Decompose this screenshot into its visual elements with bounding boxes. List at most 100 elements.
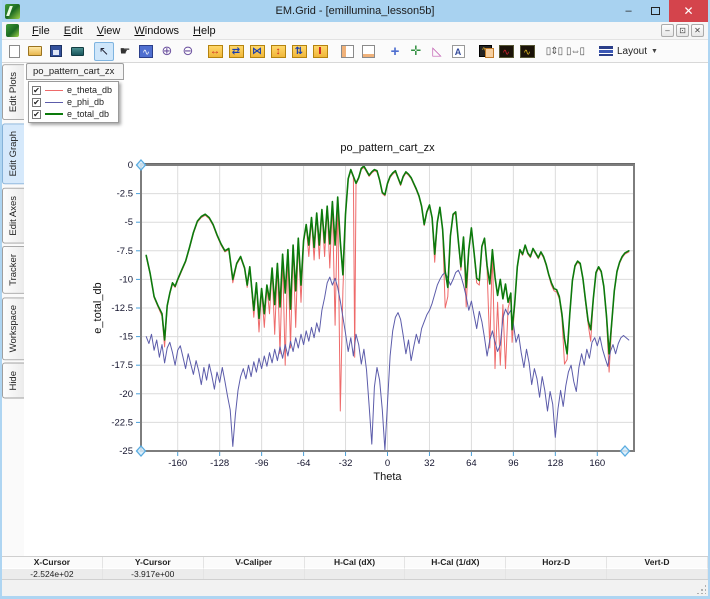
y-tick-label: -7.5 [117, 246, 133, 257]
tracker-icon[interactable]: ✛ [406, 42, 426, 61]
cursor-col-value [204, 568, 305, 579]
v-shrink-icon-glyph: ⇅ [292, 45, 307, 58]
v-spacing-icon[interactable]: ▯⇕▯ [544, 42, 564, 61]
legend-label-e_theta_db: e_theta_db [67, 85, 112, 95]
sidebar-tab-strip: Edit Plots Edit Graph Edit AxesTracker Work… [2, 63, 24, 556]
save-icon[interactable] [46, 42, 66, 61]
chart-canvas[interactable]: -160-128-96-64-3203264961281600-2.5-5-7.… [24, 63, 710, 560]
cursor-marker-bottom-right[interactable] [621, 446, 630, 456]
content-area: Edit Plots Edit Graph Edit AxesTracker Work… [2, 63, 708, 556]
h-fit-icon[interactable]: ⋈ [247, 42, 267, 61]
horizontal-panel-icon-glyph [362, 45, 375, 58]
menu-windows[interactable]: Windows [127, 24, 186, 38]
sidebar-tab-edit-graph[interactable]: Edit Graph [2, 123, 24, 184]
menu-help[interactable]: Help [186, 24, 223, 38]
y-tick-label: -5 [125, 217, 133, 228]
sidebar-tab-edit-axes[interactable]: Edit Axes [2, 188, 24, 244]
open-file-icon[interactable] [25, 42, 45, 61]
sidebar-tab-tracker[interactable]: Tracker [2, 246, 24, 294]
layout-button-label: Layout [617, 46, 647, 57]
zoom-region-icon[interactable]: ∿ [136, 42, 156, 61]
sidebar-tab-workspace[interactable]: Workspace [2, 297, 24, 360]
x-tick-label: -64 [297, 458, 311, 469]
x-tick-label: -32 [339, 458, 353, 469]
mdi-minimize-button[interactable]: – [661, 24, 674, 37]
copy-plot-icon-glyph [479, 45, 492, 57]
maximize-button[interactable] [642, 0, 669, 22]
zoom-in-icon[interactable]: ⊕ [157, 42, 177, 61]
app-window: EM.Grid - [emillumina_lesson5b] – ✕ File… [0, 0, 710, 599]
legend-checkbox-e_theta_db[interactable]: ✔ [32, 86, 41, 95]
legend-checkbox-e_total_db[interactable]: ✔ [32, 110, 41, 119]
y-tick-label: -12.5 [111, 303, 133, 314]
zoom-region-icon-glyph: ∿ [139, 45, 153, 58]
toolbar-separator [88, 42, 93, 61]
y-tick-label: -2.5 [117, 189, 133, 200]
v-fit-icon-glyph: Ⅰ [313, 45, 328, 58]
new-file-icon[interactable] [4, 42, 24, 61]
pointer-icon[interactable]: ↖ [94, 42, 114, 61]
resize-grip-icon[interactable] [696, 584, 706, 594]
y-tick-label: -25 [119, 446, 133, 457]
y-tick-label: -10 [119, 274, 133, 285]
toolbar-separator [586, 42, 591, 61]
x-tick-label: -160 [168, 458, 187, 469]
y-axis-label: e_total_db [92, 282, 104, 333]
mdi-controls: – ⊡ ✕ [661, 24, 708, 37]
text-annotation-icon[interactable]: A [448, 42, 468, 61]
minimize-button[interactable]: – [615, 0, 642, 22]
open-file-icon-glyph [28, 46, 42, 56]
legend-label-e_phi_db: e_phi_db [67, 97, 104, 107]
vertical-panel-icon[interactable] [337, 42, 357, 61]
pan-hand-icon-glyph: ☛ [120, 44, 131, 58]
app-logo-icon [5, 4, 20, 19]
copy-plot-icon[interactable] [475, 42, 495, 61]
h-spacing-icon[interactable]: ▯⇔▯ [565, 42, 585, 61]
h-shrink-icon[interactable]: ⇄ [226, 42, 246, 61]
mdi-restore-button[interactable]: ⊡ [676, 24, 689, 37]
legend-row-e_phi_db: ✔ e_phi_db [32, 96, 112, 108]
plot-yellow-icon-glyph: ∿ [520, 45, 535, 58]
document-logo-icon [6, 24, 19, 37]
v-fit-icon[interactable]: Ⅰ [310, 42, 330, 61]
mdi-close-button[interactable]: ✕ [691, 24, 704, 37]
pan-hand-icon[interactable]: ☛ [115, 42, 135, 61]
zoom-out-icon[interactable]: ⊖ [178, 42, 198, 61]
plot-red-icon[interactable]: ∿ [496, 42, 516, 61]
h-expand-icon-glyph: ↔ [208, 45, 223, 58]
cursor-marker-bottom-left[interactable] [137, 446, 146, 456]
menu-file[interactable]: File [25, 24, 57, 38]
y-tick-label: -17.5 [111, 360, 133, 371]
close-button[interactable]: ✕ [669, 0, 708, 22]
menu-edit[interactable]: Edit [57, 24, 90, 38]
layout-button[interactable]: Layout▼ [592, 42, 665, 61]
legend-checkbox-e_phi_db[interactable]: ✔ [32, 98, 41, 107]
print-icon[interactable] [67, 42, 87, 61]
h-shrink-icon-glyph: ⇄ [229, 45, 244, 58]
h-expand-icon[interactable]: ↔ [205, 42, 225, 61]
text-annotation-icon-glyph: A [452, 45, 465, 58]
sidebar-tab-edit-plots[interactable]: Edit Plots [2, 64, 24, 120]
x-tick-label: 160 [589, 458, 605, 469]
sidebar-tab-hide[interactable]: Hide [2, 363, 24, 399]
y-tick-label: -22.5 [111, 417, 133, 428]
cursor-marker-top-left[interactable] [137, 160, 146, 170]
menu-items: FileEditViewWindowsHelp [25, 24, 223, 38]
v-expand-icon[interactable]: ↕ [268, 42, 288, 61]
v-expand-icon-glyph: ↕ [271, 45, 286, 58]
legend-line-sample-e_theta_db [45, 90, 63, 91]
plot-yellow-icon[interactable]: ∿ [517, 42, 537, 61]
y-tick-label: 0 [128, 160, 133, 171]
x-tick-label: 128 [547, 458, 563, 469]
menu-view[interactable]: View [90, 24, 128, 38]
pointer-icon-glyph: ↖ [99, 44, 109, 58]
v-shrink-icon[interactable]: ⇅ [289, 42, 309, 61]
legend-line-sample-e_total_db [45, 113, 63, 115]
legend-row-e_theta_db: ✔ e_theta_db [32, 84, 112, 96]
caliper-icon[interactable]: ◺ [427, 42, 447, 61]
crosshair-icon[interactable]: + [385, 42, 405, 61]
cursor-col-value [405, 568, 506, 579]
statusbar [2, 579, 708, 596]
layout-icon [599, 46, 613, 56]
horizontal-panel-icon[interactable] [358, 42, 378, 61]
